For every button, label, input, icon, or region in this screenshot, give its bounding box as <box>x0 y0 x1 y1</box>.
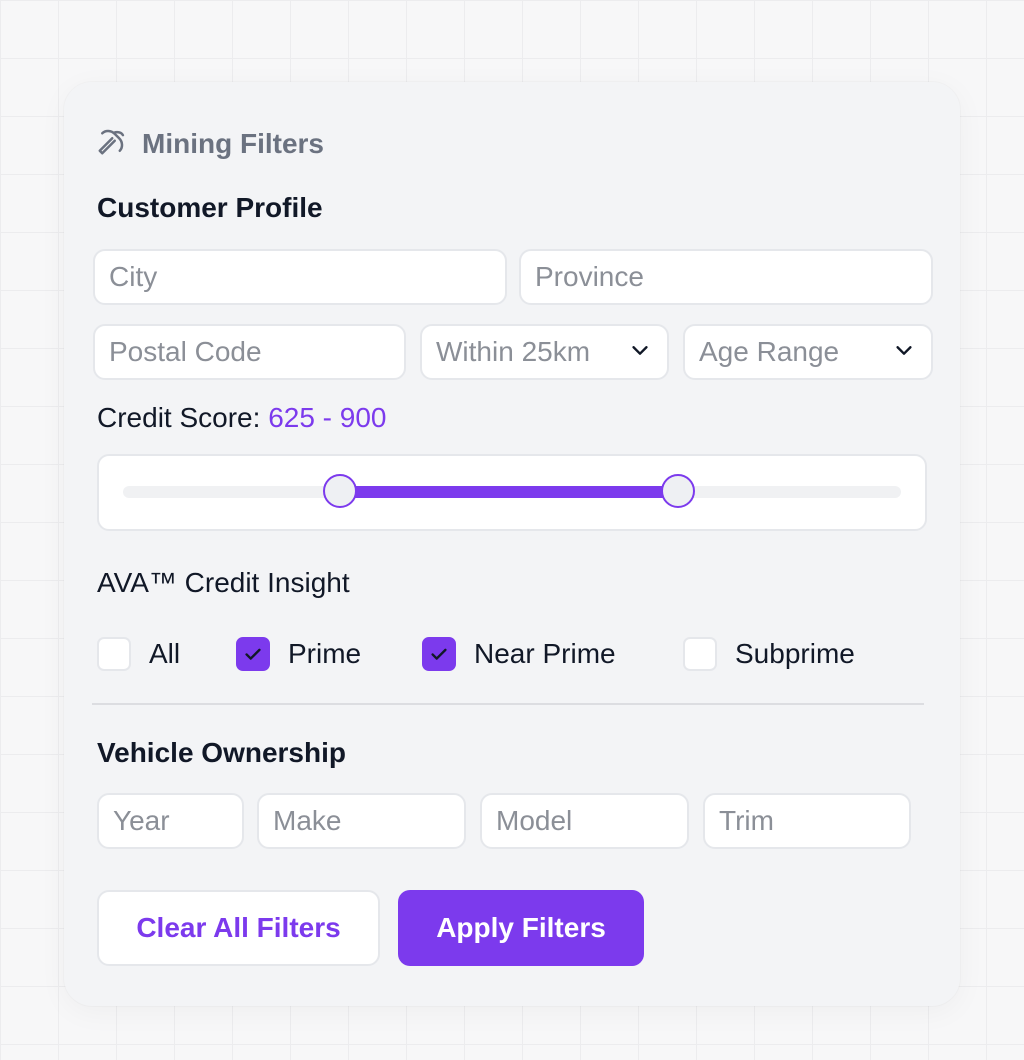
pickaxe-icon <box>96 127 126 162</box>
credit-score-slider <box>97 454 927 531</box>
credit-score-label-text: Credit Score: <box>97 402 261 433</box>
make-input[interactable]: Make <box>257 793 466 849</box>
insight-option-all[interactable]: All <box>97 637 180 671</box>
distance-selected-value: Within 25km <box>436 336 591 367</box>
credit-score-range: 625 - 900 <box>268 402 387 433</box>
trim-placeholder: Trim <box>719 805 774 836</box>
checkbox-prime[interactable] <box>236 637 270 671</box>
slider-max-handle[interactable] <box>661 474 696 508</box>
credit-score-label: Credit Score: 625 - 900 <box>97 402 387 434</box>
make-placeholder: Make <box>273 805 342 836</box>
distance-select[interactable]: Within 25km <box>420 324 669 380</box>
apply-filters-button[interactable]: Apply Filters <box>398 890 644 966</box>
trim-input[interactable]: Trim <box>703 793 911 849</box>
credit-insight-title: AVA™ Credit Insight <box>97 567 350 598</box>
model-input[interactable]: Model <box>480 793 689 849</box>
province-placeholder: Province <box>535 261 644 292</box>
mining-filters-card: Mining Filters Customer Profile City Pro… <box>64 82 960 1006</box>
age-range-select[interactable]: Age Range <box>683 324 933 380</box>
city-input[interactable]: City <box>93 249 507 305</box>
insight-option-label: All <box>149 638 181 669</box>
checkbox-near-prime[interactable] <box>422 637 456 671</box>
section-divider <box>92 703 924 705</box>
customer-profile-title: Customer Profile <box>97 192 323 223</box>
card-header: Mining Filters <box>96 126 324 162</box>
postal-code-placeholder: Postal Code <box>109 336 262 367</box>
province-input[interactable]: Province <box>519 249 933 305</box>
slider-selected-range <box>340 486 679 498</box>
slider-min-handle[interactable] <box>323 474 358 508</box>
postal-code-input[interactable]: Postal Code <box>93 324 406 380</box>
insight-option-label: Subprime <box>735 638 855 669</box>
insight-option-prime[interactable]: Prime <box>236 637 361 671</box>
checkbox-all[interactable] <box>97 637 131 671</box>
check-icon <box>245 648 261 660</box>
chevron-down-icon <box>629 336 651 368</box>
insight-option-label: Prime <box>288 638 362 669</box>
insight-option-subprime[interactable]: Subprime <box>683 637 855 671</box>
clear-all-filters-button[interactable]: Clear All Filters <box>97 890 380 966</box>
year-placeholder: Year <box>113 805 170 836</box>
age-range-selected-value: Age Range <box>699 336 840 367</box>
check-icon <box>431 648 447 660</box>
model-placeholder: Model <box>496 805 573 836</box>
year-input[interactable]: Year <box>97 793 244 849</box>
vehicle-ownership-title: Vehicle Ownership <box>97 737 346 768</box>
chevron-down-icon <box>893 336 915 368</box>
city-placeholder: City <box>109 261 158 292</box>
insight-option-label: Near Prime <box>474 638 616 669</box>
header-title: Mining Filters <box>142 128 324 159</box>
checkbox-subprime[interactable] <box>683 637 717 671</box>
insight-option-near-prime[interactable]: Near Prime <box>422 637 616 671</box>
